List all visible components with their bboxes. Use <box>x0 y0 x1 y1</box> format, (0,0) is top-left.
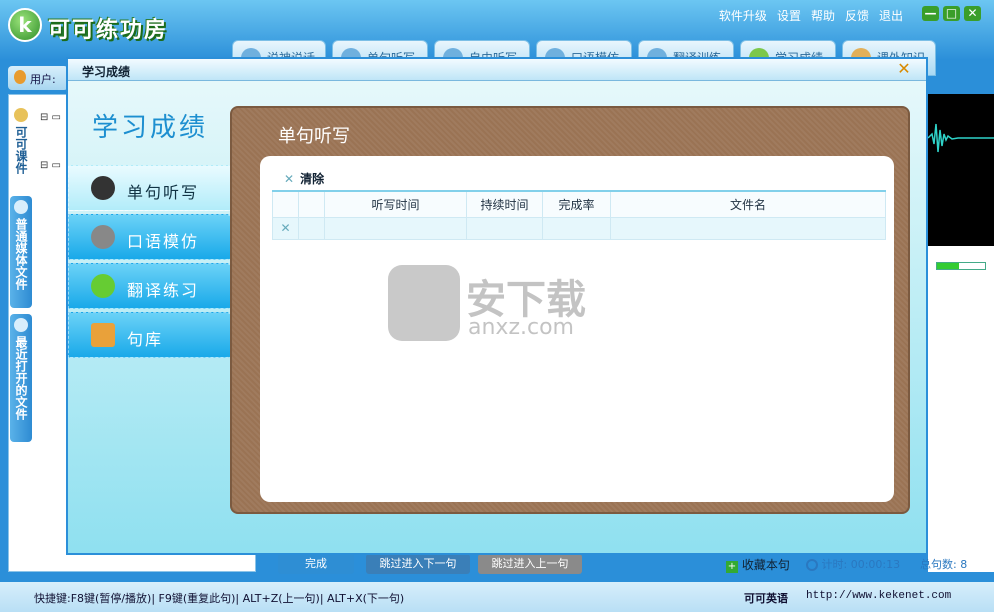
tree-node[interactable]: ⊟ ▭ <box>40 112 61 123</box>
results-table: 听写时间 持续时间 完成率 文件名 ✕ <box>272 190 886 240</box>
dialog-close-icon[interactable]: ✕ <box>896 61 912 77</box>
side-tab-label: 最近打开的文件 <box>14 336 28 420</box>
clock-icon <box>806 559 818 571</box>
headphones-icon <box>91 176 115 200</box>
column-header <box>272 190 299 218</box>
progress-fill <box>937 263 959 269</box>
menu-label: 口语模仿 <box>127 232 200 251</box>
shortcut-hint: 快捷键:F8键(暂停/播放)| F9键(重复此句)| ALT+Z(上一句)| A… <box>34 592 405 605</box>
menu-label: 单句听写 <box>127 183 200 202</box>
folder-icon <box>14 108 28 122</box>
website-link[interactable]: http://www.kekenet.com <box>806 590 951 602</box>
timer-label: 计时: 00:00:13 <box>821 558 901 571</box>
bookmark-label: 收藏本句 <box>741 558 790 572</box>
menu-translation[interactable]: 翻译练习 <box>68 263 234 309</box>
dialog-title: 学习成绩 <box>82 65 131 79</box>
table-cell <box>324 216 467 240</box>
menu-exit[interactable]: 退出 <box>874 7 908 24</box>
menu-help[interactable]: 帮助 <box>806 7 840 24</box>
x-icon: ✕ <box>284 172 295 186</box>
person-icon <box>91 274 115 298</box>
table-cell <box>466 216 543 240</box>
shield-icon <box>388 265 460 341</box>
globe-icon <box>14 318 28 332</box>
watermark-subtext: anxz.com <box>468 315 574 340</box>
timer-display: 计时: 00:00:13 <box>806 556 900 572</box>
waveform-graphic <box>927 123 994 153</box>
table-row[interactable]: ✕ <box>272 216 886 240</box>
column-header-duration: 持续时间 <box>466 190 543 218</box>
dialog-header: 学习成绩 ✕ <box>68 59 926 81</box>
user-icon <box>14 70 26 84</box>
maximize-button[interactable]: □ <box>943 6 960 21</box>
microphone-icon <box>91 225 115 249</box>
table-cell <box>610 216 886 240</box>
status-bar: 快捷键:F8键(暂停/播放)| F9键(重复此句)| ALT+Z(上一句)| A… <box>0 582 994 612</box>
bottom-controls: 完成 跳过进入下一句 跳过进入上一句 + 收藏本句 计时: 00:00:13 总… <box>262 552 994 576</box>
clear-label: 清除 <box>300 172 325 186</box>
brand-label: 可可英语 <box>744 592 788 605</box>
side-tab-courseware[interactable]: 可可课件 <box>10 104 32 190</box>
user-bar: 用户: <box>8 66 68 90</box>
side-tab-recent[interactable]: 最近打开的文件 <box>10 314 32 442</box>
menu-oral-imitation[interactable]: 口语模仿 <box>68 214 234 260</box>
waveform-display <box>927 94 994 246</box>
column-header-rate: 完成率 <box>542 190 611 218</box>
tree-node[interactable]: ⊟ ▭ <box>40 160 61 171</box>
column-header-filename: 文件名 <box>610 190 886 218</box>
dialog-big-title: 学习成绩 <box>92 113 209 143</box>
watermark: 安下载 anxz.com <box>388 265 608 345</box>
bookmark-button[interactable]: + 收藏本句 <box>726 556 790 573</box>
column-header <box>298 190 325 218</box>
row-delete-icon[interactable]: ✕ <box>272 216 299 240</box>
books-icon <box>91 323 115 347</box>
app-title: 可可练功房 <box>48 18 169 43</box>
side-tab-label: 普通媒体文件 <box>14 218 28 290</box>
media-icon <box>14 200 28 214</box>
menu-label: 翻译练习 <box>127 281 200 300</box>
panel-title: 单句听写 <box>278 126 350 147</box>
next-sentence-button[interactable]: 跳过进入下一句 <box>366 554 470 574</box>
column-header-time: 听写时间 <box>324 190 467 218</box>
app-logo: k <box>8 8 42 42</box>
user-label: 用户: <box>30 73 56 86</box>
side-tab-media[interactable]: 普通媒体文件 <box>10 196 32 308</box>
total-count: 总句数: 8 <box>920 558 968 571</box>
side-tab-label: 可可课件 <box>14 126 28 174</box>
plus-icon: + <box>726 561 738 573</box>
menu-feedback[interactable]: 反馈 <box>840 7 874 24</box>
done-button[interactable]: 完成 <box>278 554 354 574</box>
table-cell <box>298 216 325 240</box>
menu-dictation[interactable]: 单句听写 <box>68 165 236 211</box>
menu-label: 句库 <box>127 330 164 349</box>
table-cell <box>542 216 611 240</box>
menu-sentence-bank[interactable]: 句库 <box>68 312 234 358</box>
table-header-row: 听写时间 持续时间 完成率 文件名 <box>272 190 886 218</box>
menu-settings[interactable]: 设置 <box>772 7 806 24</box>
menu-upgrade[interactable]: 软件升级 <box>714 7 772 24</box>
clear-button[interactable]: ✕ 清除 <box>284 170 324 187</box>
minimize-button[interactable]: — <box>922 6 939 21</box>
prev-sentence-button[interactable]: 跳过进入上一句 <box>478 554 582 574</box>
progress-bar <box>936 262 986 270</box>
top-menu: 软件升级 设置 帮助 反馈 退出 <box>714 7 908 24</box>
close-button[interactable]: ✕ <box>964 6 981 21</box>
